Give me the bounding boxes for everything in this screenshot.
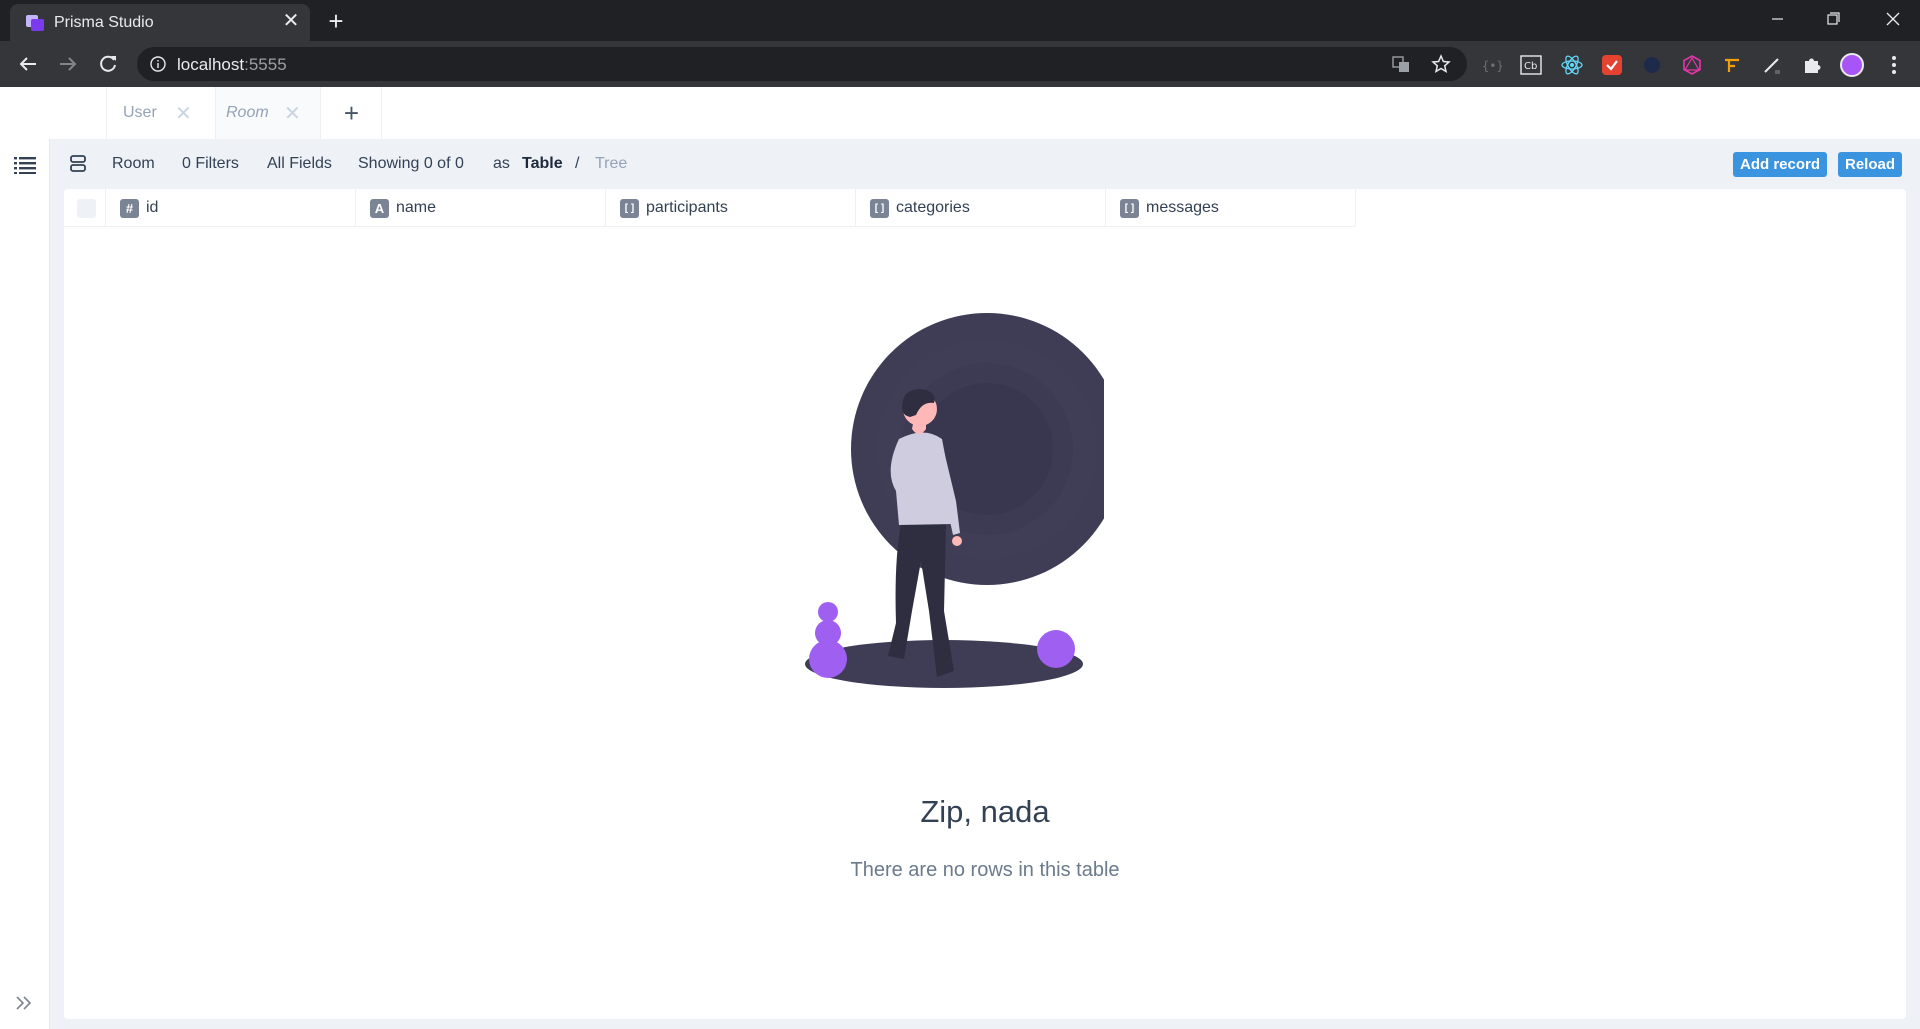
graphql-extension-icon[interactable]: [1681, 54, 1703, 76]
translate-icon[interactable]: [1391, 54, 1411, 74]
column-label: id: [146, 199, 159, 216]
svg-text:Cb: Cb: [1524, 61, 1537, 72]
empty-state-title: Zip, nada: [920, 794, 1050, 829]
address-bar[interactable]: localhost:5555: [137, 47, 1467, 81]
column-header-categories[interactable]: [ ] categories: [856, 189, 1106, 227]
empty-state-subtitle: There are no rows in this table: [850, 859, 1120, 881]
action-bar: Room 0 Filters All Fields Showing 0 of 0…: [50, 139, 1920, 189]
add-tab-button[interactable]: +: [322, 87, 382, 139]
back-arrow-icon[interactable]: [14, 50, 42, 78]
tab-room[interactable]: Room ✕: [216, 87, 321, 139]
model-stack-icon[interactable]: [70, 155, 86, 173]
column-label: name: [396, 199, 437, 216]
browser-toolbar: localhost:5555 {•} Cb: [0, 41, 1920, 87]
relation-list-icon: [ ]: [870, 199, 889, 218]
extension-orange-icon[interactable]: [1721, 54, 1743, 76]
models-list-icon[interactable]: [14, 156, 36, 174]
tab-label: User: [123, 104, 157, 121]
model-selector[interactable]: Room: [112, 155, 155, 173]
forward-arrow-icon[interactable]: [54, 50, 82, 78]
bookmark-star-icon[interactable]: [1431, 54, 1451, 74]
view-as-label: as: [493, 155, 510, 172]
column-header-messages[interactable]: [ ] messages: [1106, 189, 1356, 227]
tab-close-icon[interactable]: ✕: [175, 101, 192, 126]
close-window-icon[interactable]: [1870, 4, 1916, 34]
pagination-button[interactable]: Showing 0 of 0: [358, 155, 464, 173]
column-header-name[interactable]: A name: [356, 189, 606, 227]
column-label: categories: [896, 199, 970, 216]
browser-titlebar: Prisma Studio ✕ +: [0, 0, 1920, 41]
tab-title: Prisma Studio: [54, 14, 154, 31]
expand-sidebar-icon[interactable]: [14, 995, 34, 1011]
extension-cb-icon[interactable]: Cb: [1520, 54, 1542, 76]
url-text: localhost:5555: [177, 55, 287, 74]
select-all-cell: [64, 189, 106, 227]
tab-close-icon[interactable]: ✕: [284, 101, 301, 126]
studio-tab-bar: User ✕ Room ✕ +: [0, 87, 1920, 139]
react-devtools-icon[interactable]: [1561, 54, 1583, 76]
relation-list-icon: [ ]: [1120, 199, 1139, 218]
extensions-puzzle-icon[interactable]: [1801, 54, 1823, 76]
reload-page-icon[interactable]: [94, 50, 122, 78]
tab-label: Room: [226, 104, 269, 121]
extension-brackets-icon[interactable]: {•}: [1480, 54, 1502, 76]
empty-state-illustration: [805, 313, 1104, 688]
new-tab-button[interactable]: +: [322, 8, 350, 36]
view-table-button[interactable]: Table: [522, 155, 563, 173]
pen-extension-icon[interactable]: [1761, 54, 1783, 76]
add-record-button[interactable]: Add record: [1733, 152, 1828, 177]
data-grid: # id A name [ ] participants [ ] categor…: [64, 189, 1906, 1019]
browser-tab[interactable]: Prisma Studio ✕: [10, 4, 310, 41]
minimize-icon[interactable]: [1754, 4, 1800, 34]
prisma-studio-favicon-icon: [26, 15, 44, 31]
tab-user[interactable]: User ✕: [106, 87, 216, 139]
fields-button[interactable]: All Fields: [267, 155, 332, 173]
restore-icon[interactable]: [1810, 4, 1856, 34]
column-header-id[interactable]: # id: [106, 189, 356, 227]
view-tree-button[interactable]: Tree: [595, 155, 627, 173]
site-info-icon[interactable]: [150, 56, 166, 72]
view-separator: /: [575, 155, 580, 172]
select-all-checkbox[interactable]: [77, 199, 96, 218]
profile-avatar[interactable]: [1840, 53, 1864, 77]
number-type-icon: #: [120, 199, 139, 218]
column-label: participants: [646, 199, 728, 216]
relation-list-icon: [ ]: [620, 199, 639, 218]
column-header-participants[interactable]: [ ] participants: [606, 189, 856, 227]
column-label: messages: [1146, 199, 1219, 216]
extension-dark-icon[interactable]: [1641, 54, 1663, 76]
filters-button[interactable]: 0 Filters: [182, 155, 239, 173]
reload-button[interactable]: Reload: [1838, 152, 1903, 177]
tab-close-icon[interactable]: ✕: [280, 10, 302, 32]
string-type-icon: A: [370, 199, 389, 218]
todoist-extension-icon[interactable]: [1601, 54, 1623, 76]
browser-menu-icon[interactable]: [1884, 53, 1904, 77]
left-sidebar: [0, 139, 50, 1029]
grid-header: # id A name [ ] participants [ ] categor…: [64, 189, 1356, 227]
svg-text:{•}: {•}: [1482, 59, 1502, 73]
